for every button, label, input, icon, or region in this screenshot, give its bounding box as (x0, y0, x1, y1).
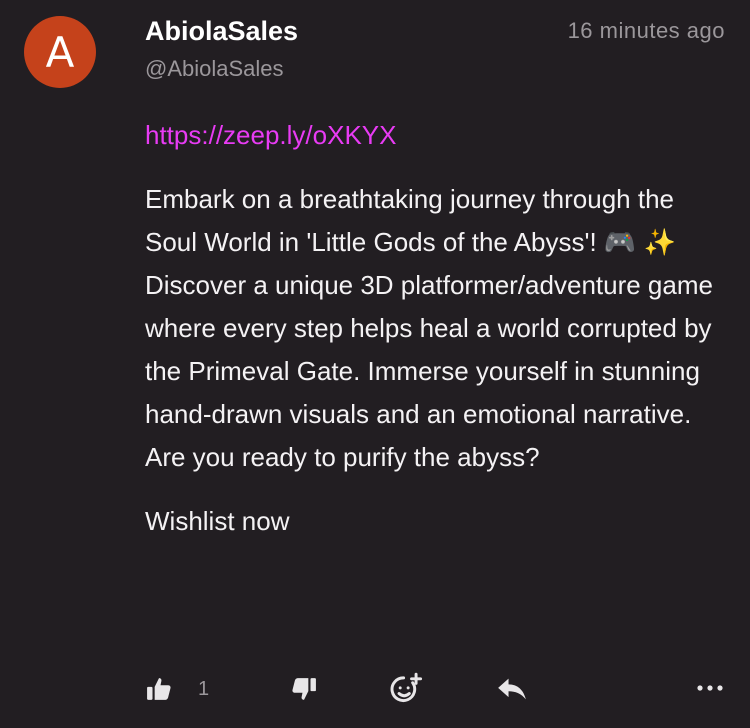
more-icon (696, 678, 724, 698)
action-bar: 1 (0, 668, 750, 712)
user-handle[interactable]: @AbiolaSales (145, 56, 284, 82)
add-reaction-icon (390, 672, 424, 706)
like-count: 1 (198, 677, 210, 700)
dislike-button[interactable] (291, 676, 317, 702)
display-name[interactable]: AbiolaSales (145, 16, 298, 47)
add-reaction-button[interactable] (390, 672, 424, 706)
reply-button[interactable] (497, 676, 527, 702)
more-options-button[interactable] (696, 678, 724, 698)
post-body: Embark on a breathtaking journey through… (145, 184, 713, 472)
post-content: https://zeep.ly/oXKYX Embark on a breath… (145, 114, 725, 543)
post-link[interactable]: https://zeep.ly/oXKYX (145, 114, 725, 157)
post-cta: Wishlist now (145, 506, 290, 536)
post-timestamp: 16 minutes ago (567, 18, 725, 43)
thumbs-up-icon (146, 676, 172, 702)
avatar[interactable]: A (24, 16, 96, 88)
reply-icon (497, 676, 527, 702)
like-button[interactable]: 1 (146, 676, 209, 702)
thumbs-down-icon (291, 676, 317, 702)
